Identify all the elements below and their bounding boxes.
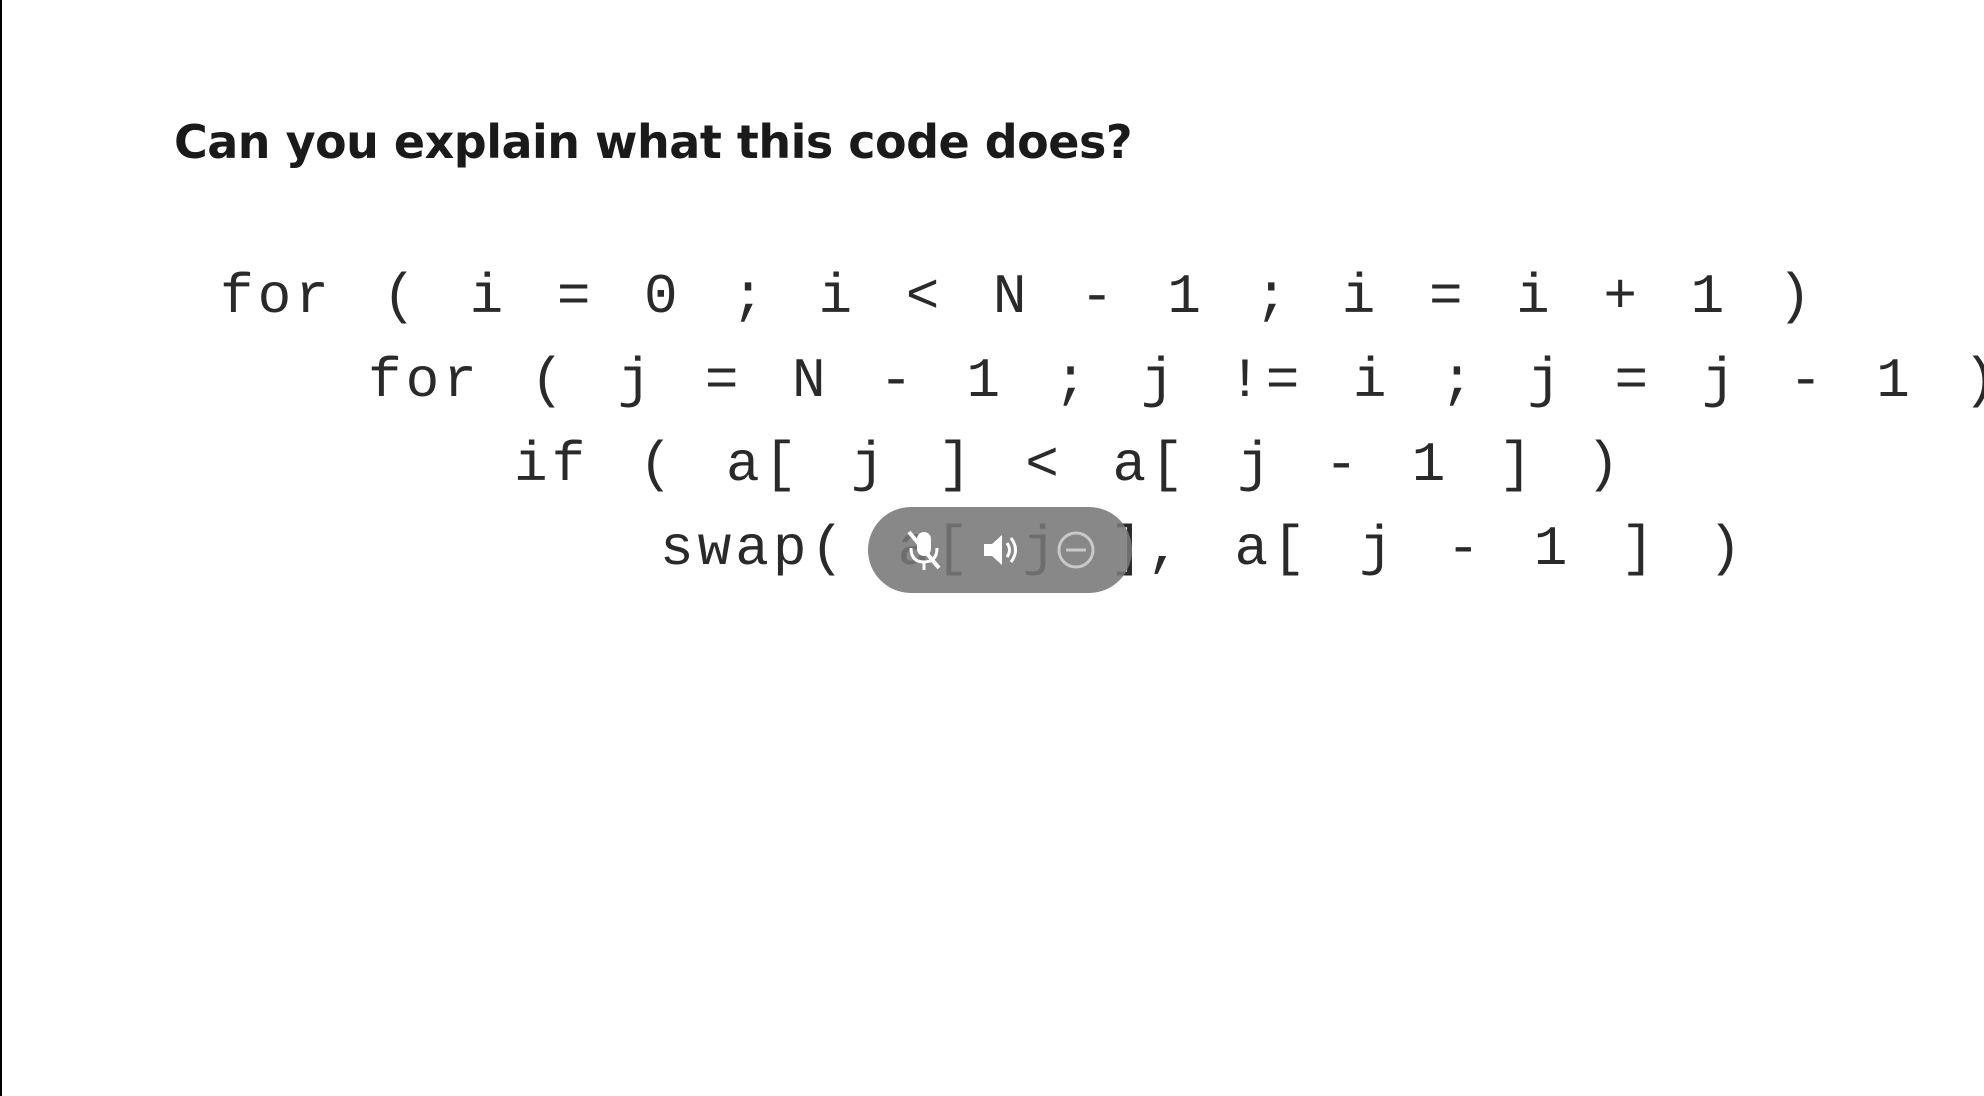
slide-question: Can you explain what this code does? bbox=[174, 115, 1133, 169]
code-line-inner-loop: for ( j = N - 1 ; j != i ; j = j - 1 ) bbox=[368, 349, 1984, 413]
media-controls-overlay bbox=[868, 507, 1132, 593]
code-line-outer-loop: for ( i = 0 ; i < N - 1 ; i = i + 1 ) bbox=[220, 265, 1816, 329]
speaker-icon bbox=[978, 528, 1022, 572]
minus-circle-icon bbox=[1054, 528, 1098, 572]
remove-button[interactable] bbox=[1046, 520, 1106, 580]
code-line-condition: if ( a[ j ] < a[ j - 1 ] ) bbox=[514, 433, 1624, 497]
volume-button[interactable] bbox=[970, 520, 1030, 580]
presentation-slide: Can you explain what this code does? for… bbox=[0, 0, 1984, 1096]
code-line-swap: swap( a[ j ], a[ j - 1 ] ) bbox=[660, 517, 1746, 581]
mute-microphone-button[interactable] bbox=[894, 520, 954, 580]
mic-off-icon bbox=[904, 528, 944, 572]
